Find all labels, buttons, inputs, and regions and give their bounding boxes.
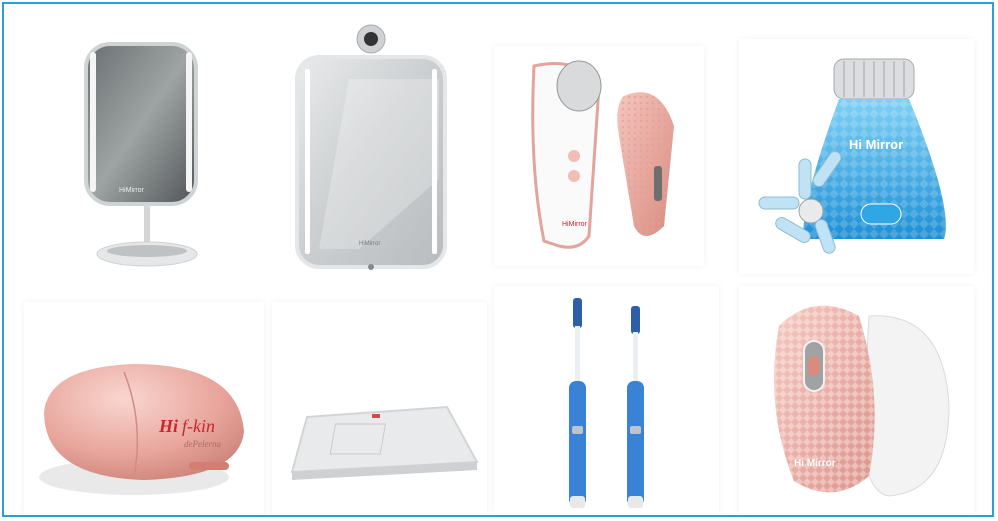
product-gallery: HiMirror HiMirror HiMirror Hi Mirror Hi … bbox=[2, 2, 994, 517]
pink-logo: Hi Mirror bbox=[794, 458, 836, 469]
product-smart-mirror-wall[interactable]: HiMirror bbox=[289, 19, 454, 279]
smart-scale-image bbox=[290, 405, 479, 480]
product-smart-scale[interactable] bbox=[272, 302, 487, 515]
product-facial-device-set[interactable]: HiMirror bbox=[494, 46, 704, 266]
toothbrush-right bbox=[627, 306, 644, 508]
svg-text:HiMirror: HiMirror bbox=[119, 187, 145, 194]
product-skin-device-pink[interactable]: Hi f-kin dePelerna bbox=[24, 302, 264, 515]
svg-text:HiMirror: HiMirror bbox=[562, 221, 588, 228]
skin-logo-skin: f-kin bbox=[182, 416, 215, 436]
product-pink-cleanser-device[interactable]: Hi Mirror bbox=[739, 286, 974, 515]
skin-device-pink-image: Hi f-kin dePelerna bbox=[39, 364, 244, 495]
skin-logo-sub: dePelerna bbox=[184, 439, 221, 449]
pink-cleanser-device-image: Hi Mirror bbox=[774, 305, 950, 497]
facial-brush-blue-image: Hi Mirror bbox=[758, 58, 946, 254]
brush-logo: Hi Mirror bbox=[849, 137, 903, 152]
facial-device-set-image: HiMirror bbox=[531, 60, 674, 249]
smart-mirror-stand-image: HiMirror bbox=[84, 42, 198, 267]
product-smart-mirror-stand[interactable]: HiMirror bbox=[64, 34, 244, 284]
product-facial-brush-blue[interactable]: Hi Mirror bbox=[739, 39, 974, 274]
product-electric-toothbrush-pair[interactable] bbox=[494, 286, 719, 515]
skin-logo-hi: Hi bbox=[158, 416, 178, 436]
smart-mirror-wall-image: HiMirror bbox=[295, 24, 447, 270]
svg-text:HiMirror: HiMirror bbox=[359, 241, 380, 247]
electric-toothbrush-pair-image bbox=[569, 298, 644, 508]
toothbrush-left bbox=[569, 298, 586, 508]
